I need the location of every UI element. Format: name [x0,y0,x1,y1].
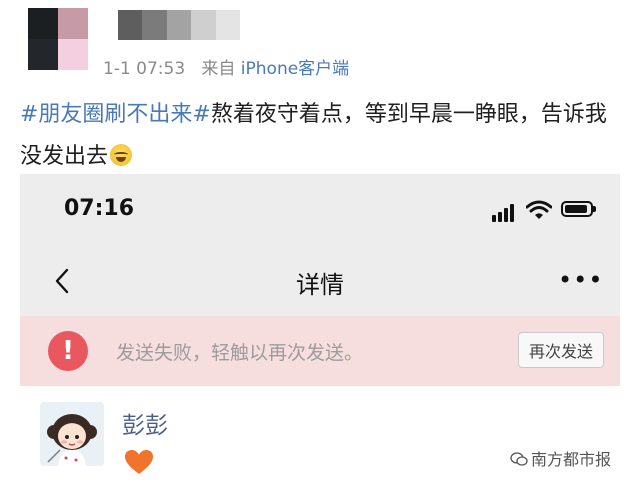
resend-button[interactable]: 再次发送 [518,332,604,368]
wifi-icon [526,200,552,219]
send-failed-banner[interactable]: ! 发送失败，轻触以再次发送。 再次发送 [20,316,620,386]
status-bar: 07:16 [20,174,620,246]
alert-icon: ! [48,331,88,371]
wechat-icon [510,452,528,466]
battery-icon [561,201,596,217]
page-title: 详情 [296,271,344,299]
watermark-text: 南方都市报 [531,450,612,469]
nav-bar: 详情 ••• [20,246,620,316]
signal-icon [492,202,520,222]
post-hashtag[interactable]: #朋友圈刷不出来# [20,102,211,127]
post-source-client[interactable]: iPhone客户端 [241,59,349,79]
status-clock: 07:16 [64,196,135,221]
more-options-icon[interactable]: ••• [558,268,602,292]
send-failed-message[interactable]: 发送失败，轻触以再次发送。 [116,338,363,365]
cartoon-girl-avatar-icon [40,402,104,466]
poster-avatar[interactable] [28,8,88,70]
heart-icon [125,450,153,474]
poster-name-redacted[interactable] [118,10,241,40]
laughing-tears-icon [110,144,133,166]
user-name[interactable]: 彭彭 [122,406,168,440]
embedded-screenshot[interactable]: 07:16 详情 ••• ! 发送失败，轻触以再次发送。 再次发送 彭彭 [20,174,620,484]
watermark: 南方都市报 [508,445,614,471]
avatar[interactable] [40,402,104,466]
post-body: #朋友圈刷不出来#熬着夜守着点，等到早晨一睁眼，告诉我没发出去 [20,94,625,178]
post-timestamp: 1-1 07:53 [103,59,186,79]
post-meta: 1-1 07:53 来自 iPhone客户端 [103,54,349,79]
post-source-prefix: 来自 [201,59,236,79]
